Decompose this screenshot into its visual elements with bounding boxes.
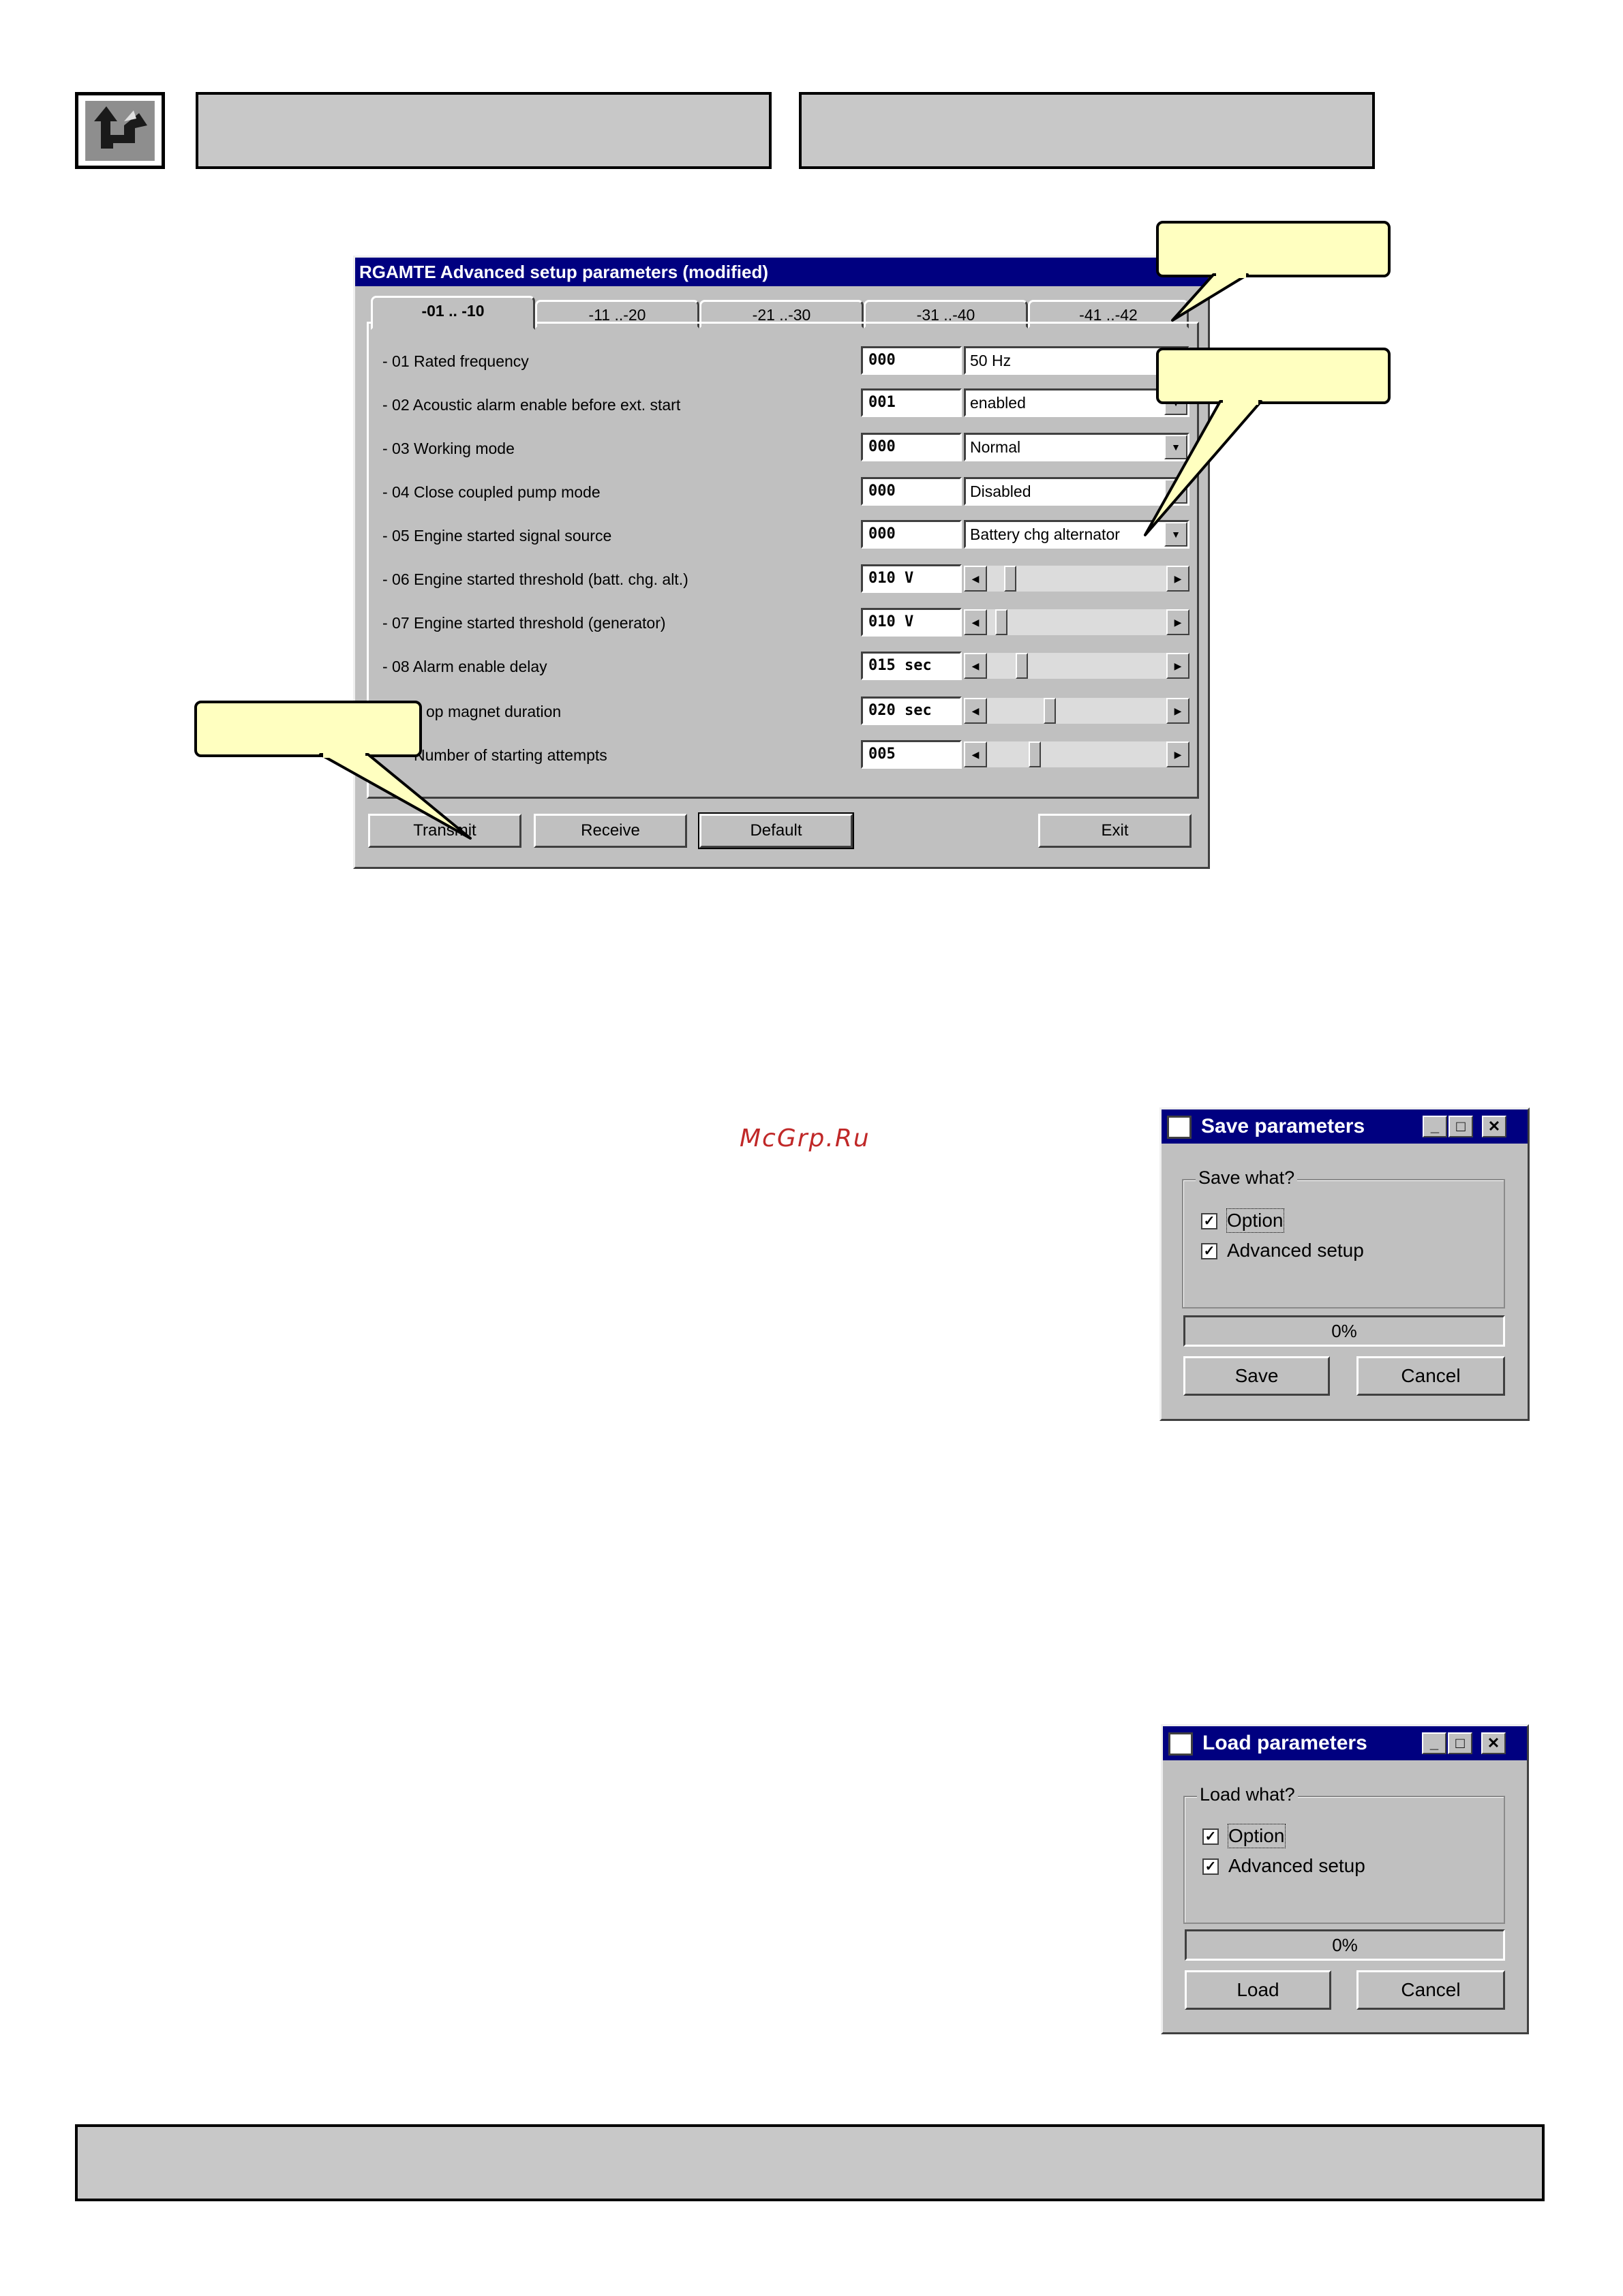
load-cancel-button[interactable]: Cancel bbox=[1356, 1970, 1505, 2010]
save-option-checkbox[interactable]: ✓ bbox=[1201, 1213, 1217, 1229]
load-progress-bar: 0% bbox=[1185, 1929, 1505, 1961]
load-what-label: Load what? bbox=[1197, 1784, 1298, 1805]
load-option-label: Option bbox=[1228, 1824, 1286, 1848]
load-advanced-label: Advanced setup bbox=[1228, 1855, 1365, 1876]
save-what-label: Save what? bbox=[1196, 1167, 1298, 1189]
load-option-checkbox[interactable]: ✓ bbox=[1202, 1828, 1219, 1845]
minimize-icon[interactable]: _ bbox=[1422, 1732, 1446, 1754]
save-parameters-dialog: Save parameters _ □ ✕ Save what? ✓ Optio… bbox=[1159, 1107, 1530, 1421]
floppy-disk-icon bbox=[1167, 1116, 1192, 1139]
watermark: McGrp.Ru bbox=[740, 1124, 870, 1152]
save-option-label: Option bbox=[1226, 1208, 1284, 1233]
footer-box bbox=[75, 2124, 1545, 2201]
close-icon[interactable]: ✕ bbox=[1481, 1732, 1506, 1754]
save-advanced-label: Advanced setup bbox=[1227, 1240, 1364, 1261]
load-button[interactable]: Load bbox=[1185, 1970, 1331, 2010]
maximize-icon[interactable]: □ bbox=[1448, 1116, 1473, 1137]
callout-transmit bbox=[194, 701, 472, 840]
save-advanced-checkbox[interactable]: ✓ bbox=[1201, 1243, 1217, 1259]
callout-combo bbox=[1144, 348, 1391, 536]
save-cancel-button[interactable]: Cancel bbox=[1356, 1356, 1505, 1396]
close-icon[interactable]: ✕ bbox=[1482, 1116, 1506, 1137]
callouts-layer bbox=[194, 221, 1391, 840]
floppy-disk-icon bbox=[1168, 1732, 1193, 1756]
save-button[interactable]: Save bbox=[1183, 1356, 1330, 1396]
minimize-icon[interactable]: _ bbox=[1423, 1116, 1447, 1137]
load-parameters-dialog: Load parameters _ □ ✕ Load what? ✓ Optio… bbox=[1161, 1724, 1529, 2034]
save-progress-bar: 0% bbox=[1183, 1315, 1505, 1347]
callout-tabs bbox=[1156, 221, 1391, 322]
load-advanced-checkbox[interactable]: ✓ bbox=[1202, 1858, 1219, 1875]
maximize-icon[interactable]: □ bbox=[1448, 1732, 1472, 1754]
tab-01-10[interactable]: -01 .. -10 bbox=[371, 296, 535, 330]
